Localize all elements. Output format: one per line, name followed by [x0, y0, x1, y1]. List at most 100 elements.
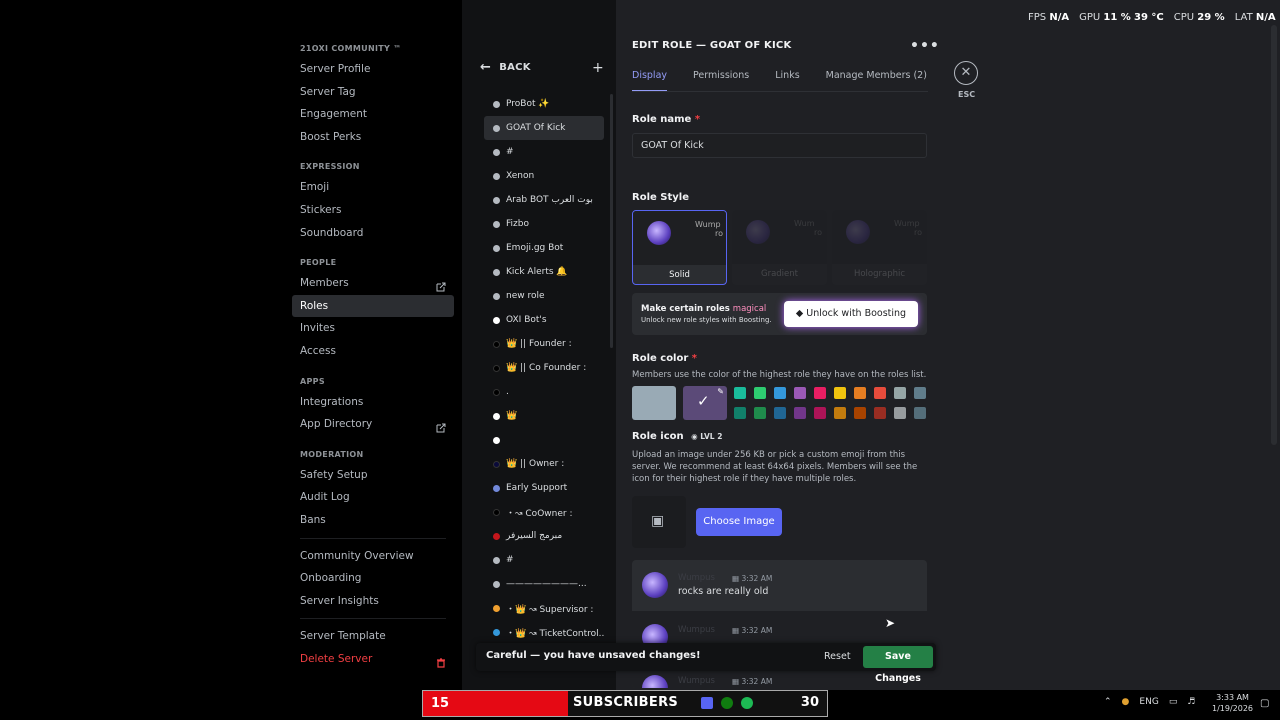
color-swatch[interactable]: [754, 387, 766, 399]
default-color-swatch[interactable]: [632, 386, 676, 420]
style-gradient[interactable]: Wum ro Gradient: [732, 210, 827, 285]
sidebar-item-label: Access: [300, 344, 336, 357]
custom-color-swatch[interactable]: ✓ ✎: [683, 386, 727, 420]
color-swatch[interactable]: [794, 407, 806, 419]
tab-manage-members-2[interactable]: Manage Members (2): [826, 70, 927, 92]
taskbar-clock[interactable]: 3:33 AM 1/19/2026: [1212, 692, 1253, 714]
preview-username: Wumpus: [678, 573, 715, 583]
sidebar-item-audit-log[interactable]: Audit Log: [292, 486, 454, 509]
sidebar-item-onboarding[interactable]: Onboarding: [292, 567, 454, 590]
icon-upload-box[interactable]: ▣: [632, 496, 686, 548]
role-item[interactable]: 👑 || Co Founder :: [484, 356, 604, 380]
spotify-taskbar-icon[interactable]: [741, 697, 753, 709]
role-item[interactable]: Early Support: [484, 476, 604, 500]
style-holographic[interactable]: Wump ro Holographic: [832, 210, 927, 285]
discord-taskbar-icon[interactable]: [701, 697, 713, 709]
role-item[interactable]: Xenon: [484, 164, 604, 188]
tab-permissions[interactable]: Permissions: [693, 70, 749, 92]
color-swatch[interactable]: [774, 387, 786, 399]
role-item[interactable]: new role: [484, 284, 604, 308]
more-options-icon[interactable]: •••: [910, 38, 940, 54]
sidebar-item-integrations[interactable]: Integrations: [292, 391, 454, 414]
sidebar-item-server-profile[interactable]: Server Profile: [292, 58, 454, 81]
notification-icon[interactable]: ▢: [1260, 698, 1269, 709]
page-scrollbar[interactable]: [1271, 25, 1277, 445]
sidebar-item-access[interactable]: Access: [292, 340, 454, 363]
volume-icon[interactable]: ♬: [1187, 697, 1195, 707]
color-swatch[interactable]: [834, 407, 846, 419]
unlock-boosting-button[interactable]: ◆ Unlock with Boosting: [784, 301, 918, 327]
role-item[interactable]: .: [484, 380, 604, 404]
sidebar-item-server-template[interactable]: Server Template: [292, 625, 454, 648]
sidebar-item-stickers[interactable]: Stickers: [292, 199, 454, 222]
sidebar-item-roles[interactable]: Roles: [292, 294, 454, 318]
add-role-button[interactable]: +: [592, 60, 604, 76]
sidebar-item-engagement[interactable]: Engagement: [292, 103, 454, 126]
role-item[interactable]: Fizbo: [484, 212, 604, 236]
role-item[interactable]: ・↝ CoOwner :: [484, 500, 604, 524]
color-swatch[interactable]: [854, 387, 866, 399]
color-swatch[interactable]: [734, 387, 746, 399]
microphone-icon[interactable]: ●: [1122, 697, 1130, 707]
sidebar-item-server-insights[interactable]: Server Insights: [292, 590, 454, 613]
role-item[interactable]: 👑 || Owner :: [484, 452, 604, 476]
color-swatch[interactable]: [814, 407, 826, 419]
style-solid[interactable]: Wump ro Solid: [632, 210, 727, 285]
role-name: #: [506, 147, 514, 157]
sidebar-item-label: Server Profile: [300, 63, 371, 75]
role-item[interactable]: [484, 428, 604, 452]
color-swatch[interactable]: [774, 407, 786, 419]
sidebar-item-emoji[interactable]: Emoji: [292, 176, 454, 199]
role-item[interactable]: 👑: [484, 404, 604, 428]
sidebar-item-boost-perks[interactable]: Boost Perks: [292, 126, 454, 149]
role-item[interactable]: ————————...: [484, 572, 604, 596]
color-swatch[interactable]: [914, 407, 926, 419]
back-button[interactable]: ← BACK: [480, 60, 531, 75]
color-swatch[interactable]: [874, 407, 886, 419]
role-item[interactable]: 👑 || Founder :: [484, 332, 604, 356]
network-icon[interactable]: ▭: [1169, 697, 1178, 707]
role-item[interactable]: مبرمج السيرفر: [484, 524, 604, 548]
role-item[interactable]: #: [484, 548, 604, 572]
color-swatch[interactable]: [754, 407, 766, 419]
sidebar-item-safety-setup[interactable]: Safety Setup: [292, 464, 454, 487]
close-button[interactable]: ✕: [954, 61, 978, 85]
color-swatch[interactable]: [894, 387, 906, 399]
language-indicator[interactable]: ENG: [1139, 697, 1158, 707]
sidebar-item-members[interactable]: Members: [292, 272, 454, 295]
role-item[interactable]: ・👑 ↝ Supervisor :: [484, 596, 604, 620]
color-swatch[interactable]: [834, 387, 846, 399]
sidebar-item-bans[interactable]: Bans: [292, 509, 454, 532]
choose-image-button[interactable]: Choose Image: [696, 508, 782, 536]
color-swatch[interactable]: [814, 387, 826, 399]
role-item[interactable]: Arab BOT بوت العرب: [484, 188, 604, 212]
color-swatch[interactable]: [914, 387, 926, 399]
style-preview: Wump ro: [832, 210, 927, 264]
role-name-input[interactable]: GOAT Of Kick: [632, 133, 927, 158]
sidebar-item-community-overview[interactable]: Community Overview: [292, 545, 454, 568]
sidebar-item-app-directory[interactable]: App Directory: [292, 413, 454, 436]
color-swatch[interactable]: [894, 407, 906, 419]
role-item[interactable]: ・👑 ↝ TicketControl...: [484, 620, 604, 644]
color-swatch[interactable]: [874, 387, 886, 399]
save-changes-button[interactable]: Save Changes: [863, 646, 933, 684]
tab-links[interactable]: Links: [775, 70, 799, 92]
reset-button[interactable]: Reset: [824, 651, 851, 662]
color-swatch[interactable]: [854, 407, 866, 419]
role-item[interactable]: ProBot ✨: [484, 92, 604, 116]
sidebar-item-server-tag[interactable]: Server Tag: [292, 81, 454, 104]
role-item[interactable]: Emoji.gg Bot: [484, 236, 604, 260]
role-item[interactable]: GOAT Of Kick: [484, 116, 604, 140]
tab-display[interactable]: Display: [632, 70, 668, 92]
role-item[interactable]: #: [484, 140, 604, 164]
chevron-up-icon[interactable]: ⌃: [1104, 697, 1112, 707]
roles-scrollbar[interactable]: [610, 94, 613, 348]
color-swatch[interactable]: [794, 387, 806, 399]
xbox-taskbar-icon[interactable]: [721, 697, 733, 709]
sidebar-item-soundboard[interactable]: Soundboard: [292, 222, 454, 245]
sidebar-item-delete-server[interactable]: Delete Server: [292, 648, 454, 671]
role-item[interactable]: Kick Alerts 🔔: [484, 260, 604, 284]
sidebar-item-invites[interactable]: Invites: [292, 317, 454, 340]
color-swatch[interactable]: [734, 407, 746, 419]
role-item[interactable]: OXI Bot's: [484, 308, 604, 332]
